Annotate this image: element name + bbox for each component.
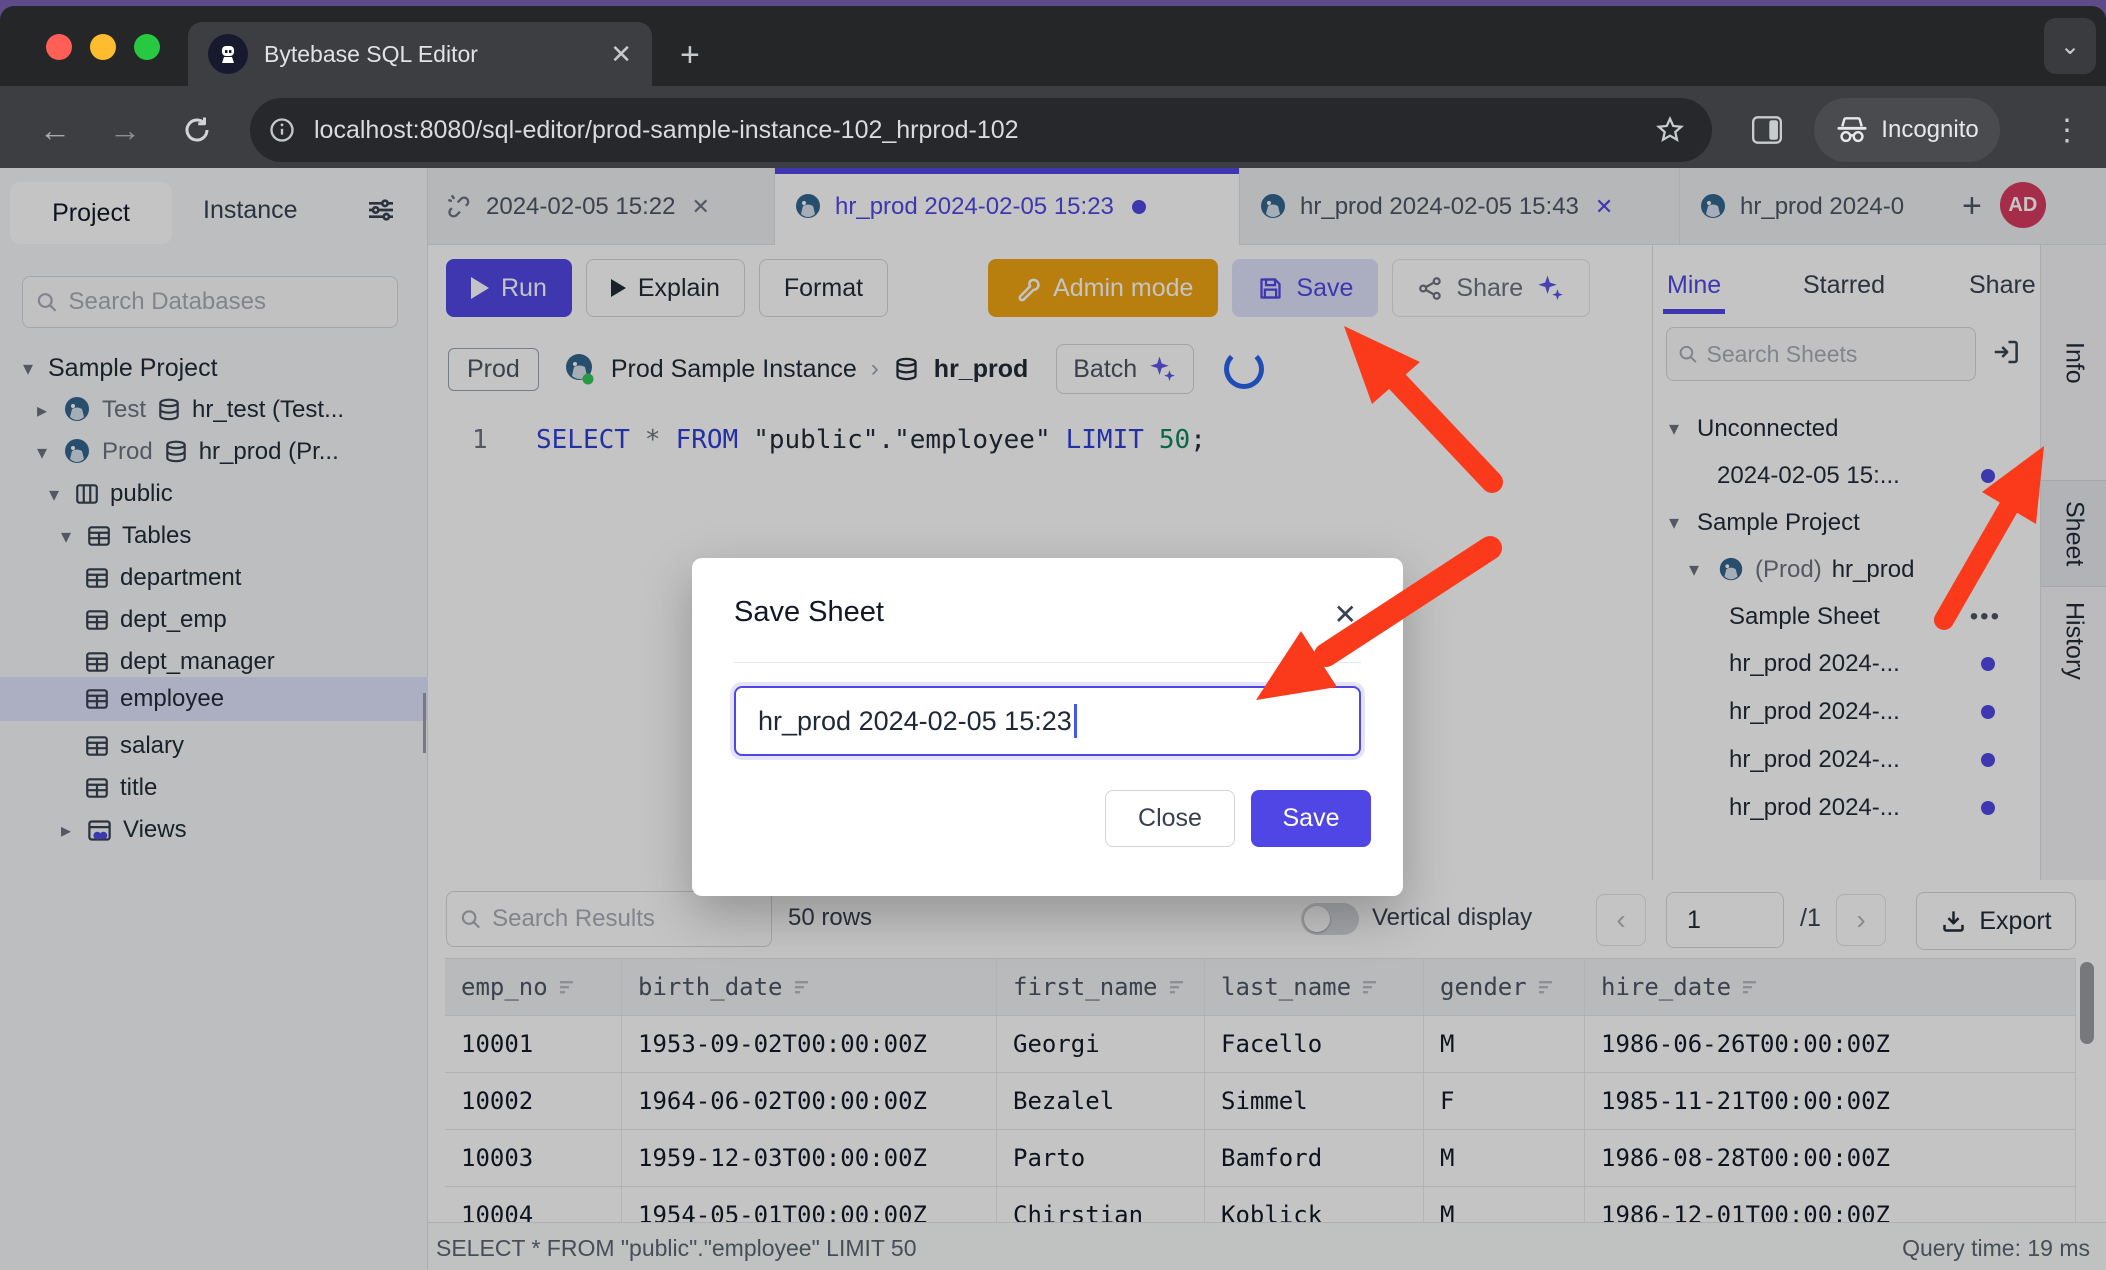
incognito-label: Incognito: [1881, 116, 1978, 144]
bytebase-favicon-icon: [208, 34, 248, 74]
dialog-divider: [734, 662, 1361, 663]
text-caret: [1074, 704, 1077, 738]
incognito-icon: [1835, 115, 1869, 145]
close-dialog-icon[interactable]: ✕: [1334, 598, 1357, 631]
save-sheet-button[interactable]: Save: [1251, 790, 1371, 847]
minimize-window-button[interactable]: [90, 34, 116, 60]
bookmark-star-icon[interactable]: [1645, 86, 1695, 174]
site-info-icon[interactable]: [268, 116, 296, 144]
window-controls[interactable]: [46, 34, 160, 60]
url-bar[interactable]: localhost:8080/sql-editor/prod-sample-in…: [250, 98, 1712, 162]
sheet-name-input[interactable]: hr_prod 2024-02-05 15:23: [734, 686, 1361, 756]
url-text[interactable]: localhost:8080/sql-editor/prod-sample-in…: [314, 116, 1019, 145]
incognito-badge: Incognito: [1814, 98, 2000, 162]
close-window-button[interactable]: [46, 34, 72, 60]
browser-tab-title: Bytebase SQL Editor: [264, 41, 594, 68]
side-panel-icon[interactable]: [1742, 86, 1792, 174]
new-tab-button[interactable]: +: [680, 36, 700, 75]
reload-icon[interactable]: [172, 86, 222, 174]
save-sheet-dialog: Save Sheet ✕ hr_prod 2024-02-05 15:23 Cl…: [692, 558, 1403, 896]
back-icon[interactable]: ←: [30, 86, 80, 174]
close-tab-icon[interactable]: ✕: [610, 39, 632, 70]
tab-search-button[interactable]: ⌄: [2044, 18, 2096, 74]
maximize-window-button[interactable]: [134, 34, 160, 60]
browser-menu-icon[interactable]: ⋮: [2042, 86, 2092, 174]
browser-tab[interactable]: Bytebase SQL Editor ✕: [188, 22, 652, 86]
close-button[interactable]: Close: [1105, 790, 1235, 847]
browser-navbar: ← → localhost:8080/sql-editor/prod-sampl…: [0, 86, 2106, 174]
browser-window: Bytebase SQL Editor ✕ + ⌄ ← → localhost:…: [0, 6, 2106, 168]
forward-icon[interactable]: →: [100, 86, 150, 174]
screenshot-root: { "colors": { "accent": "#4f46e5", "admi…: [0, 0, 2106, 1270]
dialog-title: Save Sheet: [734, 596, 884, 629]
